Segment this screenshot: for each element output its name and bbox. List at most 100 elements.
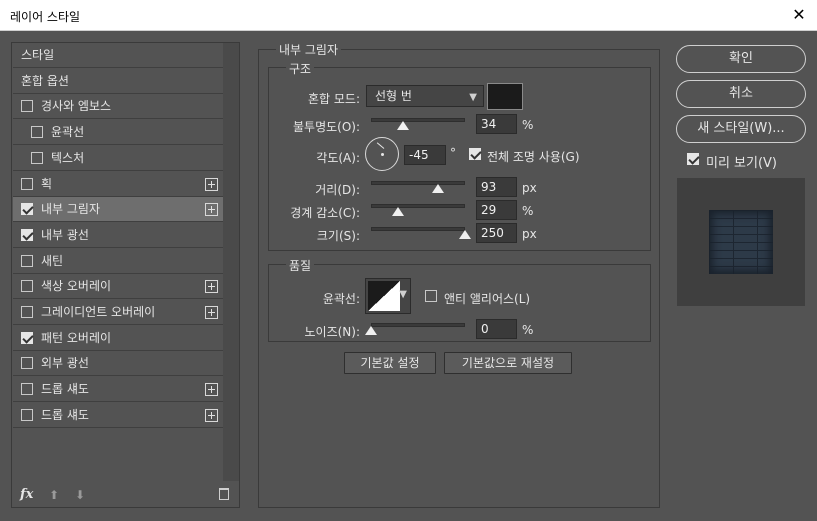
style-list-item[interactable]: 드롭 섀도 [13, 377, 223, 403]
move-down-icon[interactable]: ⬇ [75, 488, 85, 502]
style-checkbox[interactable] [21, 100, 33, 113]
size-input[interactable]: 250 [476, 223, 517, 243]
reset-default-button[interactable]: 기본값으로 재설정 [444, 352, 572, 374]
style-list-item[interactable]: 그레이디언트 오버레이 [13, 300, 223, 325]
preview-label: 미리 보기(V) [706, 156, 778, 171]
style-list-label: 색상 오버레이 [41, 279, 112, 294]
preview-checkbox[interactable] [687, 153, 699, 165]
style-list-item[interactable]: 혼합 옵션 [13, 69, 223, 94]
style-checkbox[interactable] [21, 228, 33, 241]
style-list-item[interactable]: 새틴 [13, 249, 223, 274]
anti-alias-checkbox[interactable] [425, 290, 437, 302]
angle-dial[interactable] [365, 137, 399, 171]
contour-label: 윤곽선: [322, 292, 360, 306]
choke-unit: % [522, 204, 534, 218]
choke-slider-thumb[interactable] [392, 207, 405, 216]
style-list-item[interactable]: 획 [13, 172, 223, 197]
style-checkbox[interactable] [21, 306, 33, 318]
title-bar: 레이어 스타일 ✕ [0, 0, 817, 31]
opacity-slider[interactable] [371, 118, 465, 122]
choke-label: 경계 감소(C): [290, 206, 360, 220]
style-list-item[interactable]: 내부 광선 [13, 223, 223, 248]
fx-icon[interactable]: fx [20, 487, 33, 502]
style-list-item[interactable]: 텍스처 [13, 146, 223, 171]
style-checkbox[interactable] [21, 408, 33, 421]
opacity-slider-thumb[interactable] [396, 121, 409, 130]
blend-mode-select[interactable]: 선형 번 ▼ [366, 85, 484, 107]
style-list-item[interactable]: 외부 광선 [13, 351, 223, 377]
inner-shadow-title: 내부 그림자 [276, 41, 342, 58]
angle-unit: ° [450, 146, 456, 160]
shadow-color-swatch[interactable] [487, 83, 523, 110]
style-list-item[interactable]: 스타일 [13, 43, 223, 68]
global-light-label: 전체 조명 사용(G) [487, 150, 580, 164]
style-list-item[interactable]: 패턴 오버레이 [13, 326, 223, 351]
style-list-item[interactable]: 경사와 엠보스 [13, 94, 223, 120]
style-checkbox[interactable] [31, 126, 43, 139]
ok-button[interactable]: 확인 [676, 45, 806, 73]
structure-title: 구조 [286, 60, 315, 77]
style-checkbox[interactable] [31, 151, 43, 164]
trash-icon[interactable] [219, 488, 229, 500]
angle-input[interactable]: -45 [404, 145, 446, 165]
style-list-item[interactable]: 색상 오버레이 [13, 274, 223, 300]
opacity-label: 불투명도(O): [292, 120, 360, 134]
size-slider-thumb[interactable] [459, 230, 471, 239]
style-list-label: 윤곽선 [51, 125, 85, 140]
angle-needle [376, 142, 385, 149]
distance-input[interactable]: 93 [476, 177, 517, 197]
style-checkbox[interactable] [21, 383, 33, 396]
style-list-item[interactable]: 드롭 섀도 [13, 403, 223, 428]
style-list-label: 외부 광선 [41, 356, 89, 371]
anti-alias-label: 앤티 앨리어스(L) [444, 292, 531, 306]
close-icon[interactable]: ✕ [787, 3, 811, 27]
size-unit: px [522, 227, 537, 241]
cancel-button[interactable]: 취소 [676, 80, 806, 108]
add-effect-icon[interactable] [205, 383, 218, 397]
move-up-icon[interactable]: ⬆ [49, 488, 59, 502]
style-list-label: 내부 그림자 [41, 202, 101, 217]
chevron-down-icon: ▼ [469, 92, 477, 103]
global-light-checkbox[interactable] [469, 148, 481, 160]
style-checkbox[interactable] [21, 280, 33, 293]
style-list-item[interactable]: 윤곽선 [13, 120, 223, 146]
style-checkbox[interactable] [21, 177, 33, 190]
styles-list-panel: 스타일 혼합 옵션 경사와 엠보스윤곽선텍스처획내부 그림자내부 광선새틴색상 오버… [11, 42, 240, 508]
style-list-label: 드롭 섀도 [41, 382, 89, 397]
styles-list-toolbar: fx ⬆ ⬇ [13, 483, 239, 507]
size-slider[interactable] [371, 227, 465, 231]
choke-input[interactable]: 29 [476, 200, 517, 220]
window-title: 레이어 스타일 [10, 10, 81, 24]
style-list-label: 그레이디언트 오버레이 [41, 305, 156, 319]
style-list-label: 패턴 오버레이 [41, 330, 112, 345]
noise-input[interactable]: 0 [476, 319, 517, 339]
contour-preview [368, 281, 400, 311]
style-list-item[interactable]: 내부 그림자 [13, 197, 223, 223]
style-list-label: 내부 광선 [41, 227, 89, 242]
choke-slider[interactable] [371, 204, 465, 208]
style-checkbox[interactable] [21, 203, 33, 216]
style-checkbox[interactable] [21, 357, 33, 370]
new-style-button[interactable]: 새 스타일(W)... [676, 115, 806, 143]
opacity-input[interactable]: 34 [476, 114, 517, 134]
distance-slider[interactable] [371, 181, 465, 185]
noise-label: 노이즈(N): [304, 325, 360, 339]
style-list-label: 새틴 [41, 253, 64, 268]
distance-slider-thumb[interactable] [432, 184, 445, 193]
quality-title: 품질 [286, 257, 315, 274]
add-effect-icon[interactable] [205, 408, 218, 422]
style-preview [677, 178, 805, 306]
add-effect-icon[interactable] [205, 203, 218, 217]
add-effect-icon[interactable] [205, 177, 218, 191]
make-default-button[interactable]: 기본값 설정 [344, 352, 436, 374]
add-effect-icon[interactable] [205, 280, 218, 294]
style-checkbox[interactable] [21, 254, 33, 267]
style-list-label: 획 [41, 176, 53, 191]
styles-list-scrollbar[interactable] [223, 43, 239, 481]
add-effect-icon[interactable] [205, 306, 218, 319]
contour-picker[interactable]: ▼ [365, 278, 411, 314]
noise-slider[interactable] [371, 323, 465, 327]
style-checkbox[interactable] [21, 331, 33, 344]
style-list-label: 드롭 섀도 [41, 407, 89, 422]
noise-slider-thumb[interactable] [365, 326, 377, 335]
